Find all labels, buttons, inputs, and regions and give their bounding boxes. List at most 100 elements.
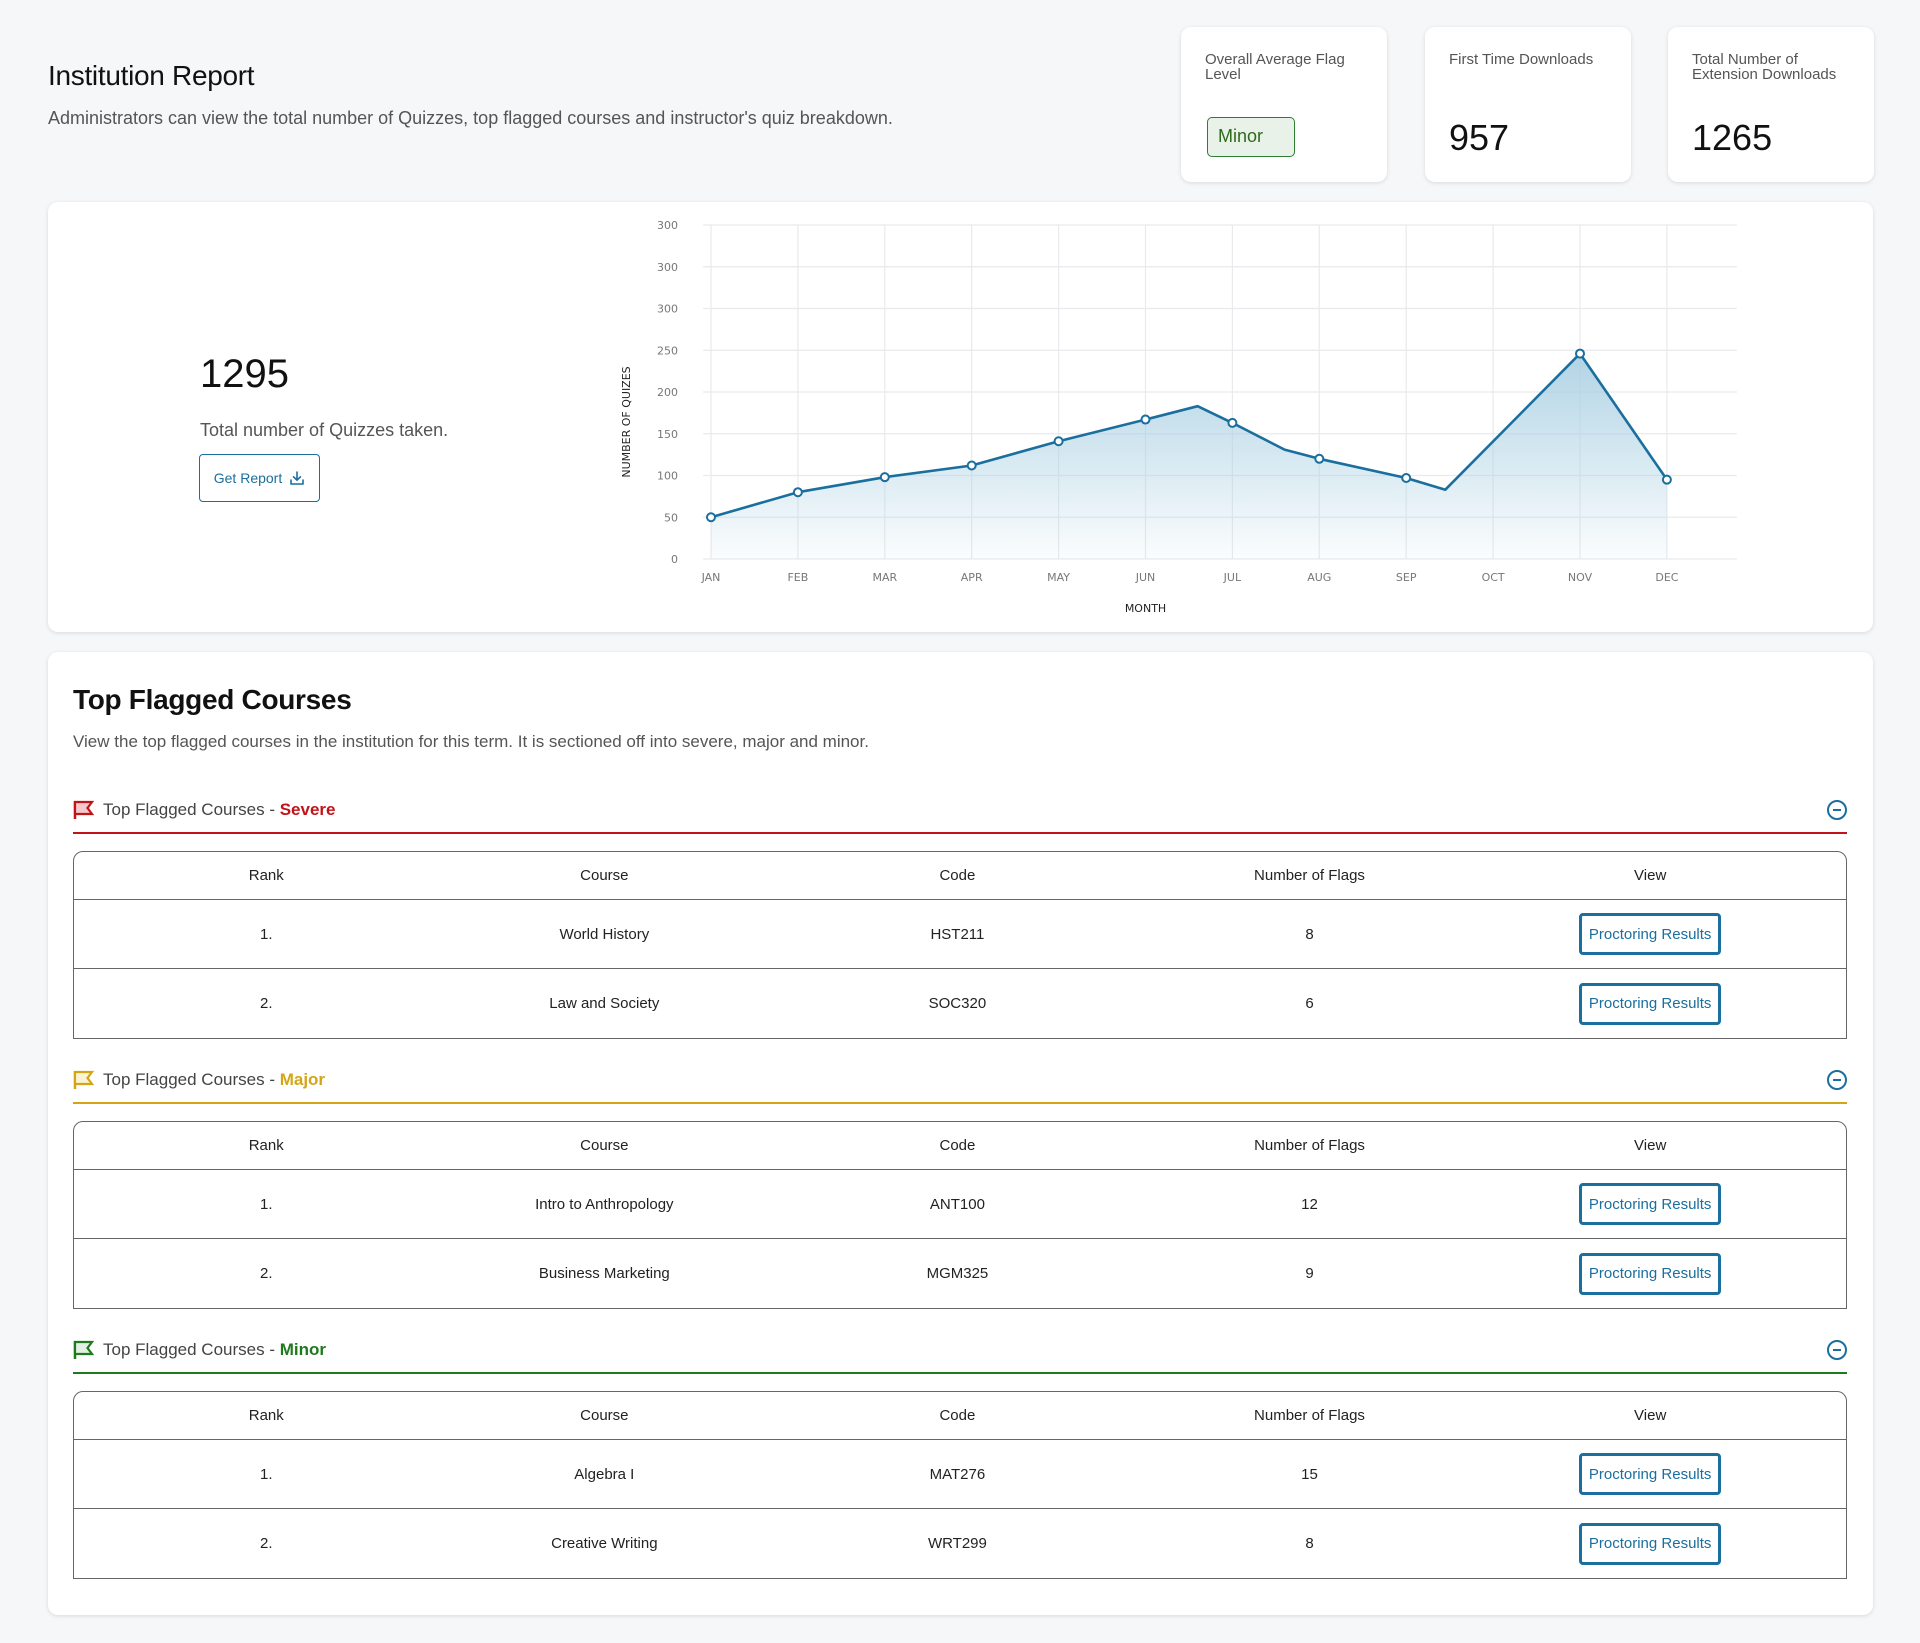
- top-flagged-panel: Top Flagged Courses View the top flagged…: [48, 652, 1873, 1615]
- collapse-section-icon[interactable]: [1827, 1070, 1847, 1090]
- section-level: Minor: [279, 1340, 326, 1359]
- proctoring-results-button[interactable]: Proctoring Results: [1579, 1252, 1722, 1295]
- cell-course: Algebra I: [458, 1440, 751, 1509]
- cell-course: Business Marketing: [538, 1265, 670, 1282]
- column-header-code: Code: [750, 1122, 1165, 1170]
- table-row: 2. Creative Writing WRT299 8 Proctoring Resu…: [74, 1509, 1846, 1578]
- flag-icon: [73, 1340, 95, 1359]
- total-quizzes-value: 1295: [200, 352, 289, 396]
- quizzes-line-chart: 0 50 100 150 200 250 300 300 300 JAN FEB MAR APR MAY J…: [620, 219, 1737, 615]
- y-tick-label: 50: [664, 511, 678, 524]
- cell-flags: 9: [1305, 1265, 1314, 1282]
- cell-rank: 1.: [74, 1440, 459, 1509]
- table-header-row: Rank Course Code Number of Flags View: [74, 1122, 1846, 1170]
- cell-code: HST211: [750, 900, 1165, 969]
- get-report-button[interactable]: Get Report: [199, 454, 320, 502]
- x-tick-label: MAY: [1047, 571, 1070, 584]
- stat-card-extension-downloads: Total Number of Extension Downloads 1265: [1668, 27, 1874, 182]
- flagged-courses-table: Rank Course Code Number of Flags View 1. Algeb…: [73, 1391, 1847, 1579]
- flagged-description: View the top flagged courses in the inst…: [73, 732, 869, 751]
- page-title: Institution Report: [48, 60, 255, 91]
- column-header-code: Code: [750, 852, 1165, 900]
- stat-card-flag-level: Overall Average Flag Level Minor: [1181, 27, 1387, 182]
- cell-view: Proctoring Results: [1454, 1509, 1846, 1578]
- area-fill: [711, 353, 1667, 559]
- cell-code: WRT299: [927, 1535, 987, 1552]
- data-point: [1053, 436, 1064, 447]
- table-row: 1. Algebra I MAT276 15 Proctoring Results: [74, 1440, 1846, 1509]
- column-header-view: View: [1454, 852, 1846, 900]
- cell-flags: 8: [1164, 900, 1455, 969]
- section-header: Top Flagged Courses - Severe: [73, 787, 1847, 834]
- data-point: [1227, 417, 1238, 428]
- proctoring-results-button[interactable]: Proctoring Results: [1579, 1522, 1722, 1565]
- column-header-flags: Number of Flags: [1164, 1392, 1455, 1440]
- collapse-section-icon[interactable]: [1827, 800, 1847, 820]
- data-point: [706, 512, 716, 523]
- column-header-view: View: [1454, 1392, 1846, 1440]
- y-tick-label: 150: [657, 428, 678, 441]
- cell-course: Intro to Anthropology: [458, 1170, 751, 1239]
- section-divider: [73, 832, 1847, 834]
- section-header: Top Flagged Courses - Major: [73, 1057, 1847, 1104]
- stat-value: 1265: [1692, 117, 1773, 158]
- cell-flags: 15: [1164, 1440, 1455, 1509]
- cell-code: SOC320: [928, 995, 987, 1012]
- x-tick-label: JAN: [701, 571, 721, 584]
- cell-course: Law and Society: [549, 995, 660, 1012]
- cell-code: ANT100: [750, 1170, 1165, 1239]
- column-header-course: Course: [458, 1392, 751, 1440]
- page-subtitle: Administrators can view the total number…: [48, 108, 893, 128]
- table-header-row: Rank Course Code Number of Flags View: [74, 852, 1846, 900]
- x-tick-label: NOV: [1568, 571, 1593, 584]
- section-title-prefix: Top Flagged Courses -: [103, 800, 280, 819]
- flag-icon: [73, 800, 95, 819]
- flag-level-badge: Minor: [1207, 117, 1295, 157]
- x-tick-label: DEC: [1655, 571, 1678, 584]
- x-tick-label: SEP: [1396, 571, 1417, 584]
- institution-report-page: Institution Report Administrators can vi…: [0, 0, 1920, 1643]
- quizzes-panel: 1295 Total number of Quizzes taken. Get …: [48, 202, 1873, 632]
- cell-view: Proctoring Results: [1454, 900, 1846, 969]
- y-tick-label: 200: [657, 386, 678, 399]
- cell-view: Proctoring Results: [1454, 1170, 1846, 1239]
- y-tick-label: 250: [657, 344, 678, 357]
- proctoring-results-button[interactable]: Proctoring Results: [1579, 913, 1722, 955]
- x-tick-label: FEB: [787, 571, 808, 584]
- y-tick-label: 0: [671, 553, 678, 566]
- x-tick-label: APR: [961, 571, 983, 584]
- cell-rank: 1.: [74, 1170, 459, 1239]
- column-header-course: Course: [458, 852, 751, 900]
- flag-section-major: Top Flagged Courses - Major Rank Course Cod…: [73, 1057, 1847, 1309]
- collapse-section-icon[interactable]: [1827, 1340, 1847, 1360]
- x-tick-label: MAR: [872, 571, 897, 584]
- y-axis-label: NUMBER OF QUIZES: [620, 366, 633, 477]
- cell-flags: 12: [1164, 1170, 1455, 1239]
- y-tick-label: 300: [657, 261, 678, 274]
- column-header-course: Course: [458, 1122, 751, 1170]
- get-report-label: Get Report: [213, 470, 283, 486]
- proctoring-results-button[interactable]: Proctoring Results: [1579, 1453, 1722, 1495]
- data-point: [1661, 474, 1672, 485]
- y-tick-label: 300: [657, 303, 678, 316]
- flagged-courses-table: Rank Course Code Number of Flags View 1. World…: [73, 851, 1847, 1039]
- flag-section-severe: Top Flagged Courses - Severe Rank Course Co…: [73, 787, 1847, 1039]
- column-header-flags: Number of Flags: [1164, 1122, 1455, 1170]
- cell-code: MGM325: [926, 1265, 989, 1282]
- proctoring-results-button[interactable]: Proctoring Results: [1579, 982, 1722, 1025]
- download-icon: [290, 471, 305, 485]
- cell-view: Proctoring Results: [1454, 969, 1846, 1038]
- cell-rank: 1.: [74, 900, 459, 969]
- section-header: Top Flagged Courses - Minor: [73, 1327, 1847, 1374]
- proctoring-results-button[interactable]: Proctoring Results: [1579, 1183, 1722, 1225]
- table-header-row: Rank Course Code Number of Flags View: [74, 1392, 1846, 1440]
- section-divider: [73, 1102, 1847, 1104]
- data-point: [792, 487, 803, 498]
- stat-value: 957: [1449, 117, 1510, 158]
- column-header-rank: Rank: [74, 1122, 459, 1170]
- data-point: [1314, 453, 1325, 464]
- flagged-courses-table: Rank Course Code Number of Flags View 1. Intro…: [73, 1121, 1847, 1309]
- column-header-code: Code: [750, 1392, 1165, 1440]
- total-quizzes-label: Total number of Quizzes taken.: [200, 420, 449, 440]
- data-point: [1575, 348, 1585, 359]
